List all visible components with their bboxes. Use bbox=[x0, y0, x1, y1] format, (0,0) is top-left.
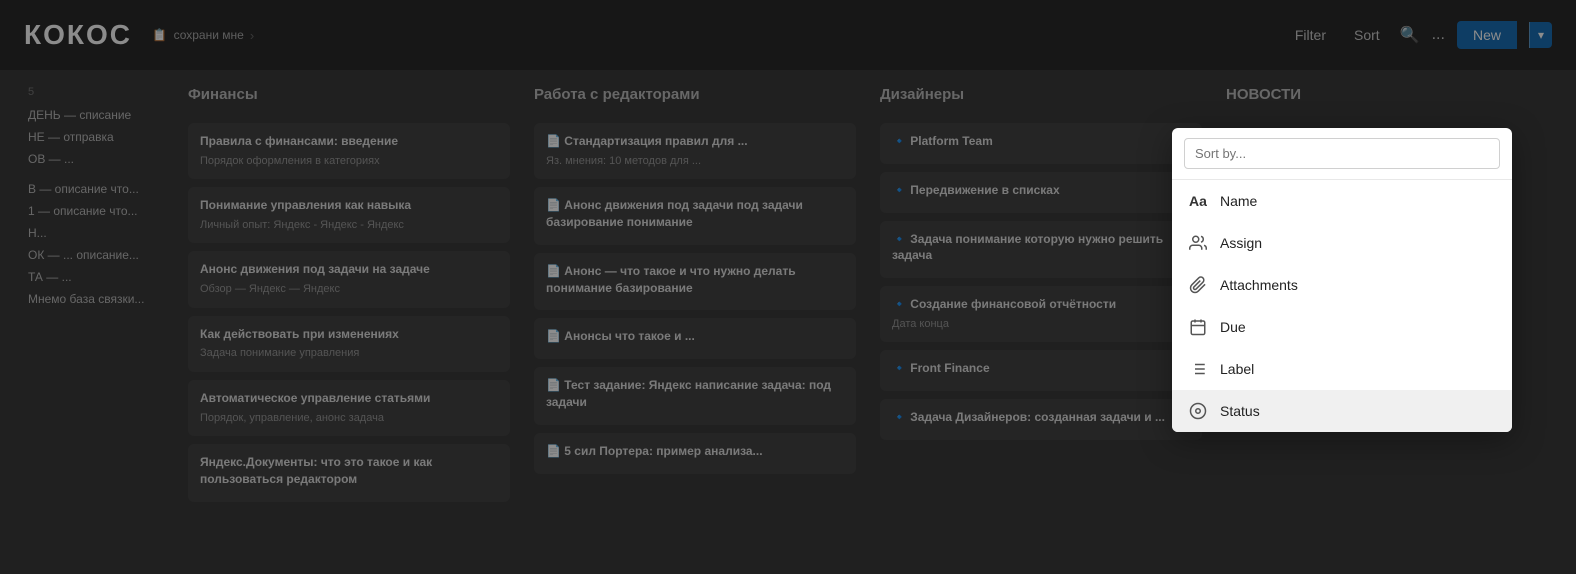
list-item: 📄 Анонс движения под задачи под задачи б… bbox=[534, 187, 856, 245]
sidebar-item-4: В — описание что... bbox=[28, 178, 164, 200]
list-item: 📄 Тест задание: Яндекс написание задача:… bbox=[534, 367, 856, 425]
sort-option-name-label: Name bbox=[1220, 193, 1257, 209]
sidebar-item-5: 1 — описание что... bbox=[28, 200, 164, 222]
column-header-editors: Работа с редакторами bbox=[534, 86, 856, 109]
sort-option-assign-label: Assign bbox=[1220, 235, 1262, 251]
label-icon bbox=[1188, 359, 1208, 379]
list-item: 📄 Стандартизация правил для ... Яз. мнен… bbox=[534, 123, 856, 179]
list-item: Понимание управления как навыка Личный о… bbox=[188, 187, 510, 243]
breadcrumb-area: 📋 сохрани мне › bbox=[152, 28, 254, 43]
column-editors: Работа с редакторами 📄 Стандартизация пр… bbox=[522, 86, 868, 558]
sort-option-attachments-label: Attachments bbox=[1220, 277, 1298, 293]
list-item: 🔹 Передвижение в списках bbox=[880, 172, 1202, 213]
status-icon bbox=[1188, 401, 1208, 421]
column-designers: Дизайнеры 🔹 Platform Team 🔹 Передвижение… bbox=[868, 86, 1214, 558]
list-item: 🔹 Front Finance bbox=[880, 350, 1202, 391]
new-button[interactable]: New bbox=[1457, 21, 1517, 49]
column-header-designers: Дизайнеры bbox=[880, 86, 1202, 109]
list-item: 📄 5 сил Портера: пример анализа... bbox=[534, 433, 856, 474]
sort-option-attachments[interactable]: Attachments bbox=[1172, 264, 1512, 306]
sort-option-name[interactable]: Aa Name bbox=[1172, 180, 1512, 222]
breadcrumb-chevron: › bbox=[250, 28, 254, 43]
sort-dropdown: Aa Name Assign Attachments bbox=[1172, 128, 1512, 432]
list-item: Как действовать при изменениях Задача по… bbox=[188, 316, 510, 372]
sidebar-item-7: ОК — ... описание... bbox=[28, 244, 164, 266]
column-finances: Финансы Правила с финансами: введение По… bbox=[176, 86, 522, 558]
list-item: Анонс движения под задачи на задаче Обзо… bbox=[188, 251, 510, 307]
sidebar-item-6: Н... bbox=[28, 222, 164, 244]
sidebar-item-2: НЕ — отправка bbox=[28, 126, 164, 148]
due-icon bbox=[1188, 317, 1208, 337]
app-logo: КОКОС bbox=[24, 19, 132, 51]
left-sidebar: 5 ДЕНЬ — списание НЕ — отправка ОВ — ...… bbox=[16, 86, 176, 558]
list-item: 📄 Анонс — что такое и что нужно делать п… bbox=[534, 253, 856, 311]
column-header-finances: Финансы bbox=[188, 86, 510, 109]
sort-option-status-label: Status bbox=[1220, 403, 1260, 419]
sidebar-item-9: Мнемо база связки... bbox=[28, 288, 164, 310]
list-item: 📄 Анонсы что такое и ... bbox=[534, 318, 856, 359]
list-item: 🔹 Задача понимание которую нужно решить … bbox=[880, 221, 1202, 279]
sort-option-assign[interactable]: Assign bbox=[1172, 222, 1512, 264]
sidebar-item-1: ДЕНЬ — списание bbox=[28, 104, 164, 126]
list-item: 🔹 Создание финансовой отчётности Дата ко… bbox=[880, 286, 1202, 342]
sort-option-label[interactable]: Label bbox=[1172, 348, 1512, 390]
attachments-icon bbox=[1188, 275, 1208, 295]
sort-option-label-label: Label bbox=[1220, 361, 1254, 377]
sort-option-due[interactable]: Due bbox=[1172, 306, 1512, 348]
breadcrumb-label: 📋 сохрани мне bbox=[152, 28, 244, 42]
header-actions: Filter Sort 🔍 ... New ▾ bbox=[1287, 21, 1552, 49]
header: КОКОС 📋 сохрани мне › Filter Sort 🔍 ... … bbox=[0, 0, 1576, 70]
list-item: 🔹 Platform Team bbox=[880, 123, 1202, 164]
sidebar-num: 5 bbox=[28, 86, 164, 98]
sort-button[interactable]: Sort bbox=[1346, 23, 1388, 47]
list-item: Яндекс.Документы: что это такое и как по… bbox=[188, 444, 510, 502]
name-icon: Aa bbox=[1188, 191, 1208, 211]
column-header-news: НОВОСТИ bbox=[1226, 86, 1548, 109]
assign-icon bbox=[1188, 233, 1208, 253]
list-item: Правила с финансами: введение Порядок оф… bbox=[188, 123, 510, 179]
filter-button[interactable]: Filter bbox=[1287, 23, 1334, 47]
sort-option-due-label: Due bbox=[1220, 319, 1246, 335]
sidebar-item-3: ОВ — ... bbox=[28, 148, 164, 170]
sort-search-input[interactable] bbox=[1184, 138, 1500, 169]
new-chevron-button[interactable]: ▾ bbox=[1529, 22, 1552, 48]
more-options-button[interactable]: ... bbox=[1432, 26, 1445, 44]
search-icon[interactable]: 🔍 bbox=[1400, 25, 1420, 45]
sort-search-container bbox=[1172, 128, 1512, 180]
sort-option-status[interactable]: Status bbox=[1172, 390, 1512, 432]
list-item: 🔹 Задача Дизайнеров: созданная задачи и … bbox=[880, 399, 1202, 440]
list-item: Автоматическое управление статьями Поряд… bbox=[188, 380, 510, 436]
sidebar-item-8: ТА — ... bbox=[28, 266, 164, 288]
